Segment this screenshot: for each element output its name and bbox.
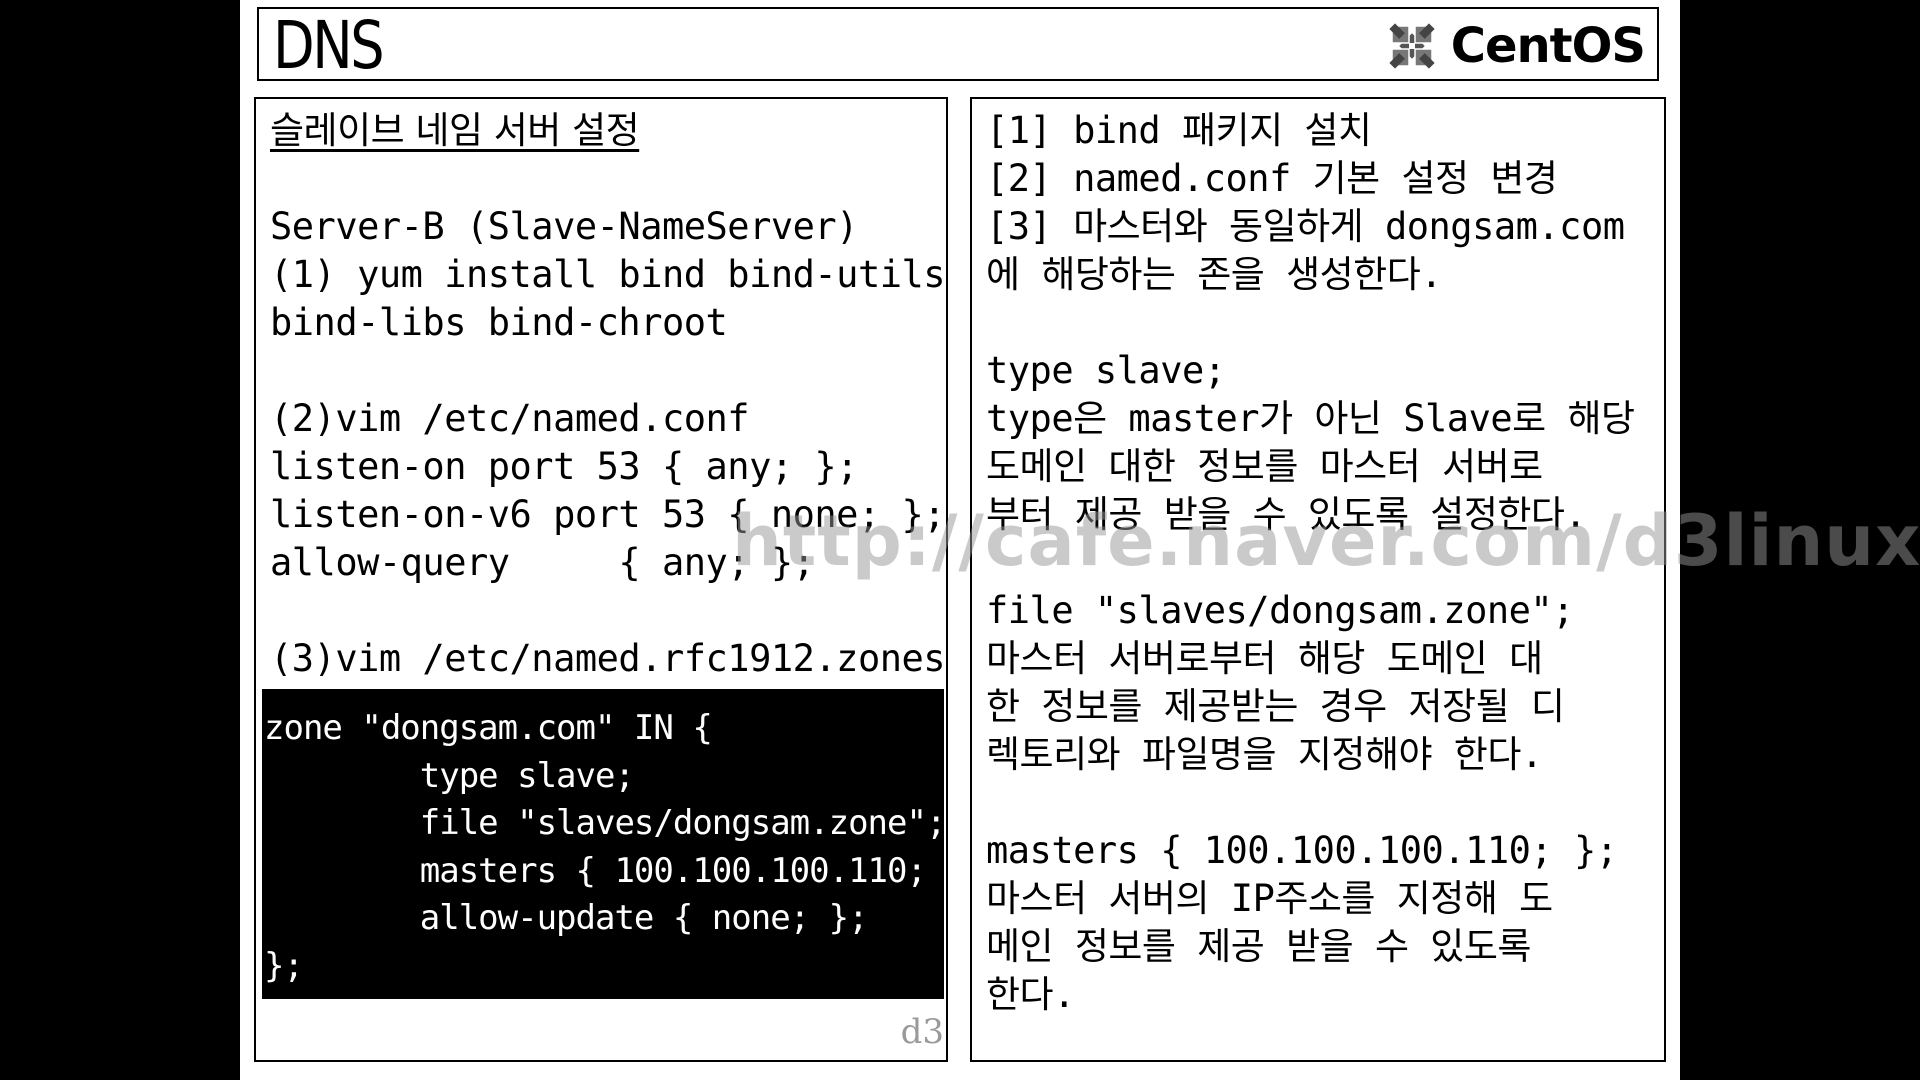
left-line [270, 587, 945, 635]
slide: DNS CentOS 슬레이브 네임 서버 설정 Server-B (Slave… [240, 0, 1920, 1080]
right-line: [3] 마스터와 동일하게 dongsam.com [986, 205, 1625, 248]
page-mark: d3 [900, 1012, 944, 1052]
right-line: [2] named.conf 기본 설정 변경 [986, 157, 1558, 200]
right-line: 부터 제공 받을 수 있도록 설정한다. [986, 493, 1587, 536]
right-line: 마스터 서버의 IP주소를 지정해 도 [986, 877, 1553, 920]
left-line: allow-query { any; }; [270, 541, 815, 584]
right-line: 마스터 서버로부터 해당 도메인 대 [986, 637, 1543, 680]
code-text: zone "dongsam.com" IN { type slave; file… [264, 705, 944, 990]
code-line: masters { 100.100.100.110; }; [264, 850, 944, 891]
centos-logo: CentOS [1381, 15, 1646, 77]
right-line [986, 539, 1635, 587]
right-text: [1] bind 패키지 설치 [2] named.conf 기본 설정 변경 [3… [986, 107, 1635, 1019]
right-line: 도메인 대한 정보를 마스터 서버로 [986, 445, 1543, 488]
left-line: Server-B (Slave-NameServer) [270, 205, 858, 248]
right-line: type은 master가 아닌 Slave로 해당 [986, 397, 1635, 440]
code-line: file "slaves/dongsam.zone"; [264, 803, 944, 843]
right-line [986, 299, 1635, 347]
right-line: type slave; [986, 349, 1226, 392]
code-line: }; [264, 945, 304, 986]
left-line: (2)vim /etc/named.conf [270, 397, 750, 440]
code-block: zone "dongsam.com" IN { type slave; file… [262, 689, 944, 999]
left-panel: 슬레이브 네임 서버 설정 Server-B (Slave-NameServer… [254, 97, 948, 1062]
code-line: allow-update { none; }; [264, 898, 869, 938]
left-line: listen-on-v6 port 53 { none; }; [270, 493, 946, 536]
right-line: 한다. [986, 973, 1075, 1016]
left-line: (3)vim /etc/named.rfc1912.zones [270, 637, 946, 680]
right-line [986, 779, 1635, 827]
left-line: (1) yum install bind bind-utils [270, 253, 946, 296]
logo-text: CentOS [1450, 18, 1646, 74]
right-line: 렉토리와 파일명을 지정해야 한다. [986, 733, 1543, 776]
left-line [270, 155, 945, 203]
code-line: zone "dongsam.com" IN { [264, 708, 713, 748]
left-text: 슬레이브 네임 서버 설정 Server-B (Slave-NameServer… [270, 107, 946, 683]
left-line [270, 347, 945, 395]
right-line: 메인 정보를 제공 받을 수 있도록 [986, 925, 1531, 968]
right-line: 한 정보를 제공받는 경우 저장될 디 [986, 685, 1565, 728]
code-line: type slave; [264, 755, 635, 796]
title-bar: DNS CentOS [257, 7, 1659, 81]
right-panel: [1] bind 패키지 설치 [2] named.conf 기본 설정 변경 [3… [970, 97, 1666, 1062]
slide-title: DNS [273, 7, 385, 84]
right-line: masters { 100.100.100.110; }; [986, 829, 1618, 872]
left-line: listen-on port 53 { any; }; [270, 445, 858, 488]
right-line: 에 해당하는 존을 생성한다. [986, 253, 1443, 296]
left-line: bind-libs bind-chroot [270, 301, 728, 344]
section-heading: 슬레이브 네임 서버 설정 [270, 109, 640, 152]
right-line: file "slaves/dongsam.zone"; [986, 589, 1574, 632]
right-line: [1] bind 패키지 설치 [986, 109, 1372, 152]
centos-logo-icon [1389, 23, 1435, 69]
